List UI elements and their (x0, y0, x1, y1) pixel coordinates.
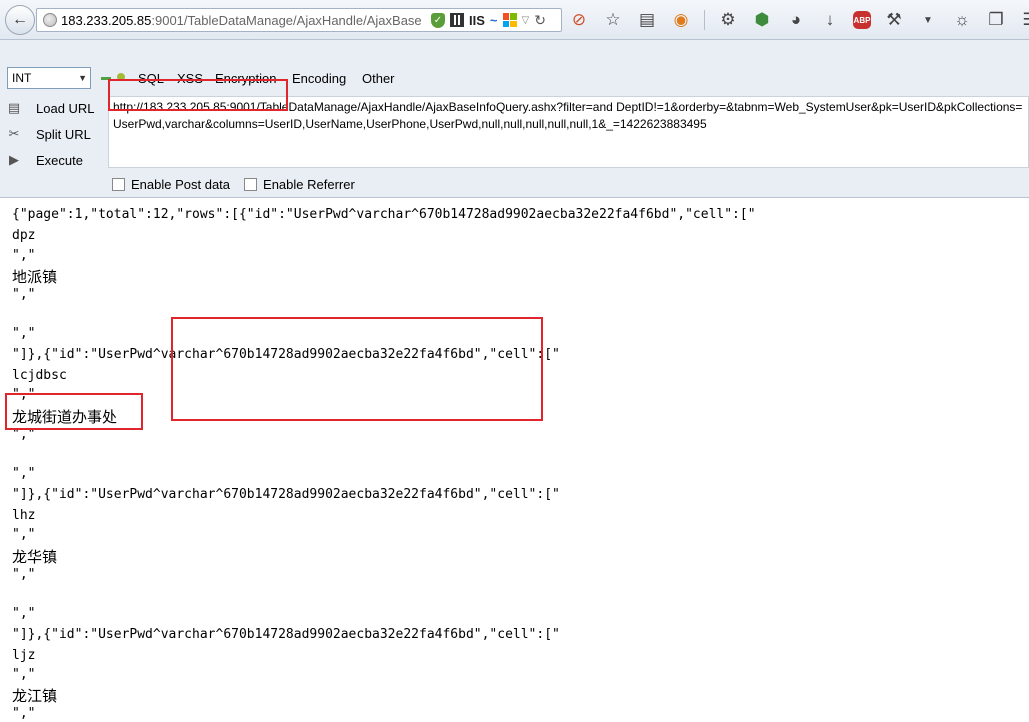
window-icon[interactable]: ❐ (985, 9, 1007, 31)
addon-icon[interactable]: ◕ (785, 9, 807, 31)
type-select[interactable]: INT ▼ (7, 67, 91, 89)
menu-other[interactable]: Other (362, 71, 395, 86)
bookmark-star-icon[interactable]: ☆ (602, 9, 624, 31)
split-url-label: Split URL (36, 126, 91, 142)
adblock-icon[interactable]: ABP (853, 11, 871, 29)
settings-gear-icon[interactable]: ⚙ (717, 9, 739, 31)
qr-code-icon[interactable] (450, 13, 464, 27)
response-line: 龙华镇 (12, 548, 58, 566)
highlight-department-name (5, 393, 143, 430)
response-line: "," (12, 606, 36, 621)
enable-post-checkbox[interactable]: Enable Post data (112, 177, 230, 192)
response-line: "," (12, 667, 36, 682)
tools-icon[interactable]: ⚒ (883, 9, 905, 31)
chevron-down-icon: ▼ (78, 73, 87, 83)
checkbox-box[interactable] (112, 178, 125, 191)
download-icon[interactable]: ↓ (819, 9, 841, 31)
block-icon[interactable]: ⊘ (568, 9, 590, 31)
green-shield-icon[interactable]: ⬢ (751, 9, 773, 31)
response-line: lcjdbsc (12, 368, 67, 383)
highlight-url-host (108, 79, 288, 111)
response-line: "," (12, 706, 36, 721)
response-line: "]},{"id":"UserPwd^varchar^670b14728ad99… (12, 627, 560, 642)
response-line: "," (12, 287, 36, 302)
response-line: "," (12, 466, 36, 481)
browser-toolbar: ⊘ ☆ ▤ ◉ ⚙ ⬢ ◕ ↓ ABP ⚒ ▼ ☼ ❐ ☰ (568, 8, 1029, 32)
address-bar[interactable]: 183.233.205.85:9001/TableDataManage/Ajax… (36, 8, 562, 32)
refresh-icon[interactable]: ↻ (534, 12, 546, 29)
response-line: "," (12, 248, 36, 263)
response-line: "," (12, 326, 36, 341)
hamburger-menu-icon[interactable]: ☰ (1019, 9, 1029, 31)
play-icon: ▶ (9, 152, 19, 167)
reading-list-icon[interactable]: ▤ (636, 9, 658, 31)
split-url-button[interactable]: ✂ Split URL (6, 126, 91, 142)
enable-post-label: Enable Post data (131, 177, 231, 192)
url-host: 183.233.205.85 (61, 12, 152, 28)
asp-icon: ~ (489, 12, 498, 28)
shield-icon[interactable]: ✓ (431, 12, 445, 28)
load-url-label: Load URL (36, 100, 95, 116)
url-dropdown-icon[interactable]: ▽ (522, 15, 530, 26)
response-line: 龙江镇 (12, 687, 58, 705)
scissors-icon: ✂ (8, 126, 20, 141)
response-line: lhz (12, 508, 36, 523)
windows-logo-icon[interactable] (502, 13, 517, 27)
load-url-icon: ▤ (7, 100, 21, 115)
enable-referrer-checkbox[interactable]: Enable Referrer (244, 177, 355, 192)
response-line: ljz (12, 648, 36, 663)
execute-button[interactable]: ▶ Execute (6, 152, 83, 168)
iis-icon[interactable]: IIS (469, 13, 485, 28)
address-text[interactable]: 183.233.205.85:9001/TableDataManage/Ajax… (61, 13, 421, 28)
highlight-password-hash (171, 317, 543, 421)
network-icon[interactable]: ☼ (951, 9, 973, 31)
checkbox-box[interactable] (244, 178, 258, 191)
menu-dropdown-icon[interactable]: ▼ (917, 9, 939, 31)
enable-referrer-label: Enable Referrer (263, 177, 355, 192)
execute-label: Execute (36, 152, 83, 168)
response-line: dpz (12, 228, 36, 243)
response-line: 地派镇 (12, 268, 58, 286)
firebug-icon[interactable]: ◉ (670, 9, 692, 31)
type-select-value: INT (12, 71, 32, 85)
menu-encoding[interactable]: Encoding (292, 71, 346, 86)
response-line: "]},{"id":"UserPwd^varchar^670b14728ad99… (12, 487, 560, 502)
browser-navbar: ← 183.233.205.85:9001/TableDataManage/Aj… (0, 0, 1029, 40)
response-line: "," (12, 527, 36, 542)
response-line: {"page":1,"total":12,"rows":[{"id":"User… (12, 207, 756, 222)
hackbar-panel: INT ▼ SQL XSS Encryption Encoding Other … (0, 40, 1029, 198)
response-line: "," (12, 567, 36, 582)
response-body: {"page":1,"total":12,"rows":[{"id":"User… (0, 198, 1029, 722)
site-identity-icon[interactable] (43, 13, 57, 27)
url-path: :9001/TableDataManage/AjaxHandle/AjaxBas… (151, 12, 421, 28)
load-url-button[interactable]: ▤ Load URL (6, 100, 95, 116)
back-button[interactable]: ← (5, 5, 35, 35)
